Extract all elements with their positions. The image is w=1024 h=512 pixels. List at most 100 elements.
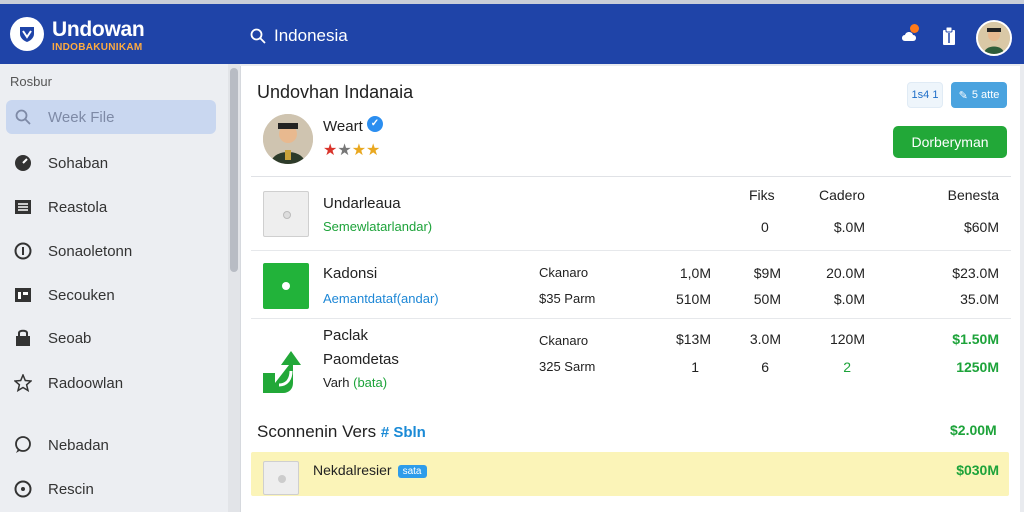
sidebar-item-secouken[interactable]: Secouken (6, 278, 216, 312)
filter-button[interactable]: 1s4 1 (907, 82, 943, 108)
item-variant-label: Varh (323, 375, 350, 390)
sidebar-item-label: Rescin (48, 480, 94, 498)
list-icon (12, 199, 34, 215)
star-icon: ★ (323, 142, 338, 159)
item-title: Undarleaua (323, 195, 401, 212)
cell-value: 1 (691, 359, 699, 375)
star-icon: ★ (337, 142, 352, 159)
sidebar-item-label: Reastola (48, 198, 108, 216)
item-variant-tag: (bata) (353, 375, 388, 390)
item-subtitle: Aemantdataf(andar) (323, 291, 439, 306)
calendar-icon (12, 287, 34, 303)
cell-value: $9M (753, 265, 781, 281)
sidebar-scroll-thumb[interactable] (230, 68, 238, 272)
cell-value: $.0M (833, 291, 865, 307)
share-button[interactable]: ✎ 5 atte (951, 82, 1007, 108)
highlight-label: Nekdalresier sata (313, 462, 427, 478)
clipboard-icon[interactable] (940, 26, 958, 46)
sidebar: Rosbur Week File Sohaban Reastola Sonaol… (0, 64, 230, 512)
cell-value: $1.50M (952, 331, 999, 347)
main-panel: Undovhan Indanaia 1s4 1 ✎ 5 atte Weart ✓… (240, 66, 1020, 512)
section-tag: # Sbln (380, 424, 426, 441)
sidebar-item-rescin[interactable]: Rescin (6, 472, 216, 506)
sidebar-heading: Rosbur (10, 74, 52, 89)
cell-price: 325 Sarm (539, 359, 596, 374)
app-name: Undowan (52, 18, 145, 41)
vendor-avatar (263, 114, 313, 164)
primary-action-button[interactable]: Dorberyman (893, 126, 1007, 158)
item-thumbnail (263, 461, 299, 495)
info-icon (12, 242, 34, 260)
highlight-amount: $030M (956, 462, 999, 478)
cell-value: 510M (675, 291, 711, 307)
top-bar: Undowan INDOBAKUNIKAM (0, 0, 1024, 64)
cell-value: 20.0M (826, 265, 865, 281)
cell-value: 50M (753, 291, 781, 307)
share-button-label: 5 atte (971, 89, 1000, 101)
star-icon (12, 374, 34, 392)
star-icon: ★ (351, 142, 367, 159)
cell-value: $60M (963, 219, 999, 235)
rating-stars: ★★★★ (323, 140, 380, 160)
column-header-cadero: Cadero (819, 187, 865, 203)
sidebar-item-sohaban[interactable]: Sohaban (6, 146, 216, 180)
sidebar-item-label: Week File (48, 108, 115, 126)
cell-value: 35.0M (960, 291, 999, 307)
table-row[interactable]: Paclak Paomdetas Varh (bata) Ckanaro 325… (251, 319, 1011, 405)
chat-icon (12, 436, 34, 454)
item-title: Kadonsi (323, 265, 378, 282)
sidebar-item-seoab[interactable]: Seoab (6, 321, 216, 355)
item-subtitle: Paomdetas (323, 351, 399, 368)
share-icon: ✎ (958, 89, 968, 102)
gauge-icon (12, 154, 34, 172)
sidebar-item-week-file[interactable]: Week File (6, 100, 216, 134)
section-title: Sconnenin Vers # Sbln (257, 422, 426, 442)
item-variant: Varh (bata) (323, 375, 387, 390)
sidebar-item-label: Seoab (48, 329, 92, 347)
cell-value: 0 (761, 219, 769, 235)
column-header-fiks: Fiks (749, 187, 775, 203)
column-header-benesta: Benesta (947, 187, 999, 203)
search-icon (12, 109, 34, 125)
cell-value: $.0M (833, 219, 865, 235)
star-icon: ★ (366, 142, 381, 159)
cell-value: 2 (843, 359, 851, 375)
sidebar-item-label: Nebadan (48, 436, 109, 454)
highlighted-row[interactable]: Nekdalresier sata $030M (251, 452, 1009, 496)
cell-value: $23.0M (952, 265, 999, 281)
info-circle-icon (12, 480, 34, 498)
sidebar-item-reastola[interactable]: Reastola (6, 190, 216, 224)
cell-value: 3.0M (749, 331, 781, 347)
item-title: Paclak (323, 327, 369, 344)
sidebar-item-label: Secouken (48, 286, 115, 304)
item-subtitle: Semewlatarlandar) (323, 219, 433, 234)
cell-value: 6 (761, 359, 769, 375)
cell-category: Ckanaro (539, 265, 589, 280)
sidebar-item-radoowlan[interactable]: Radoowlan (6, 366, 216, 400)
verified-icon: ✓ (367, 116, 383, 132)
sidebar-item-label: Sohaban (48, 154, 109, 172)
highlight-tag: sata (397, 464, 427, 478)
lock-icon (12, 329, 34, 347)
table-row[interactable]: Kadonsi Aemantdataf(andar) Ckanaro $35 P… (251, 251, 1011, 319)
sidebar-item-nebadan[interactable]: Nebadan (6, 428, 216, 462)
cell-price: $35 Parm (539, 291, 596, 306)
notification-badge (910, 24, 919, 33)
logo-icon[interactable] (10, 17, 44, 51)
search-icon[interactable] (250, 28, 266, 44)
cell-value: 120M (829, 331, 865, 347)
item-thumbnail (263, 263, 309, 309)
page-title: Undovhan Indanaia (257, 82, 414, 102)
cell-value: 1,0M (679, 265, 711, 281)
sidebar-item-sonaoletonn[interactable]: Sonaoletonn (6, 234, 216, 268)
search-input[interactable] (274, 24, 574, 48)
section-title-text: Sconnenin Vers (257, 422, 377, 441)
sidebar-item-label: Sonaoletonn (48, 242, 133, 260)
cell-value: 1250M (956, 359, 999, 375)
table-row[interactable]: Undarleaua Semewlatarlandar) Fiks Cadero… (251, 177, 1011, 251)
trend-up-icon (263, 351, 301, 393)
sidebar-item-label: Radoowlan (48, 374, 124, 392)
highlight-label-text: Nekdalresier (313, 462, 392, 478)
vendor-name: Weart (323, 118, 363, 135)
user-avatar[interactable] (976, 20, 1012, 56)
